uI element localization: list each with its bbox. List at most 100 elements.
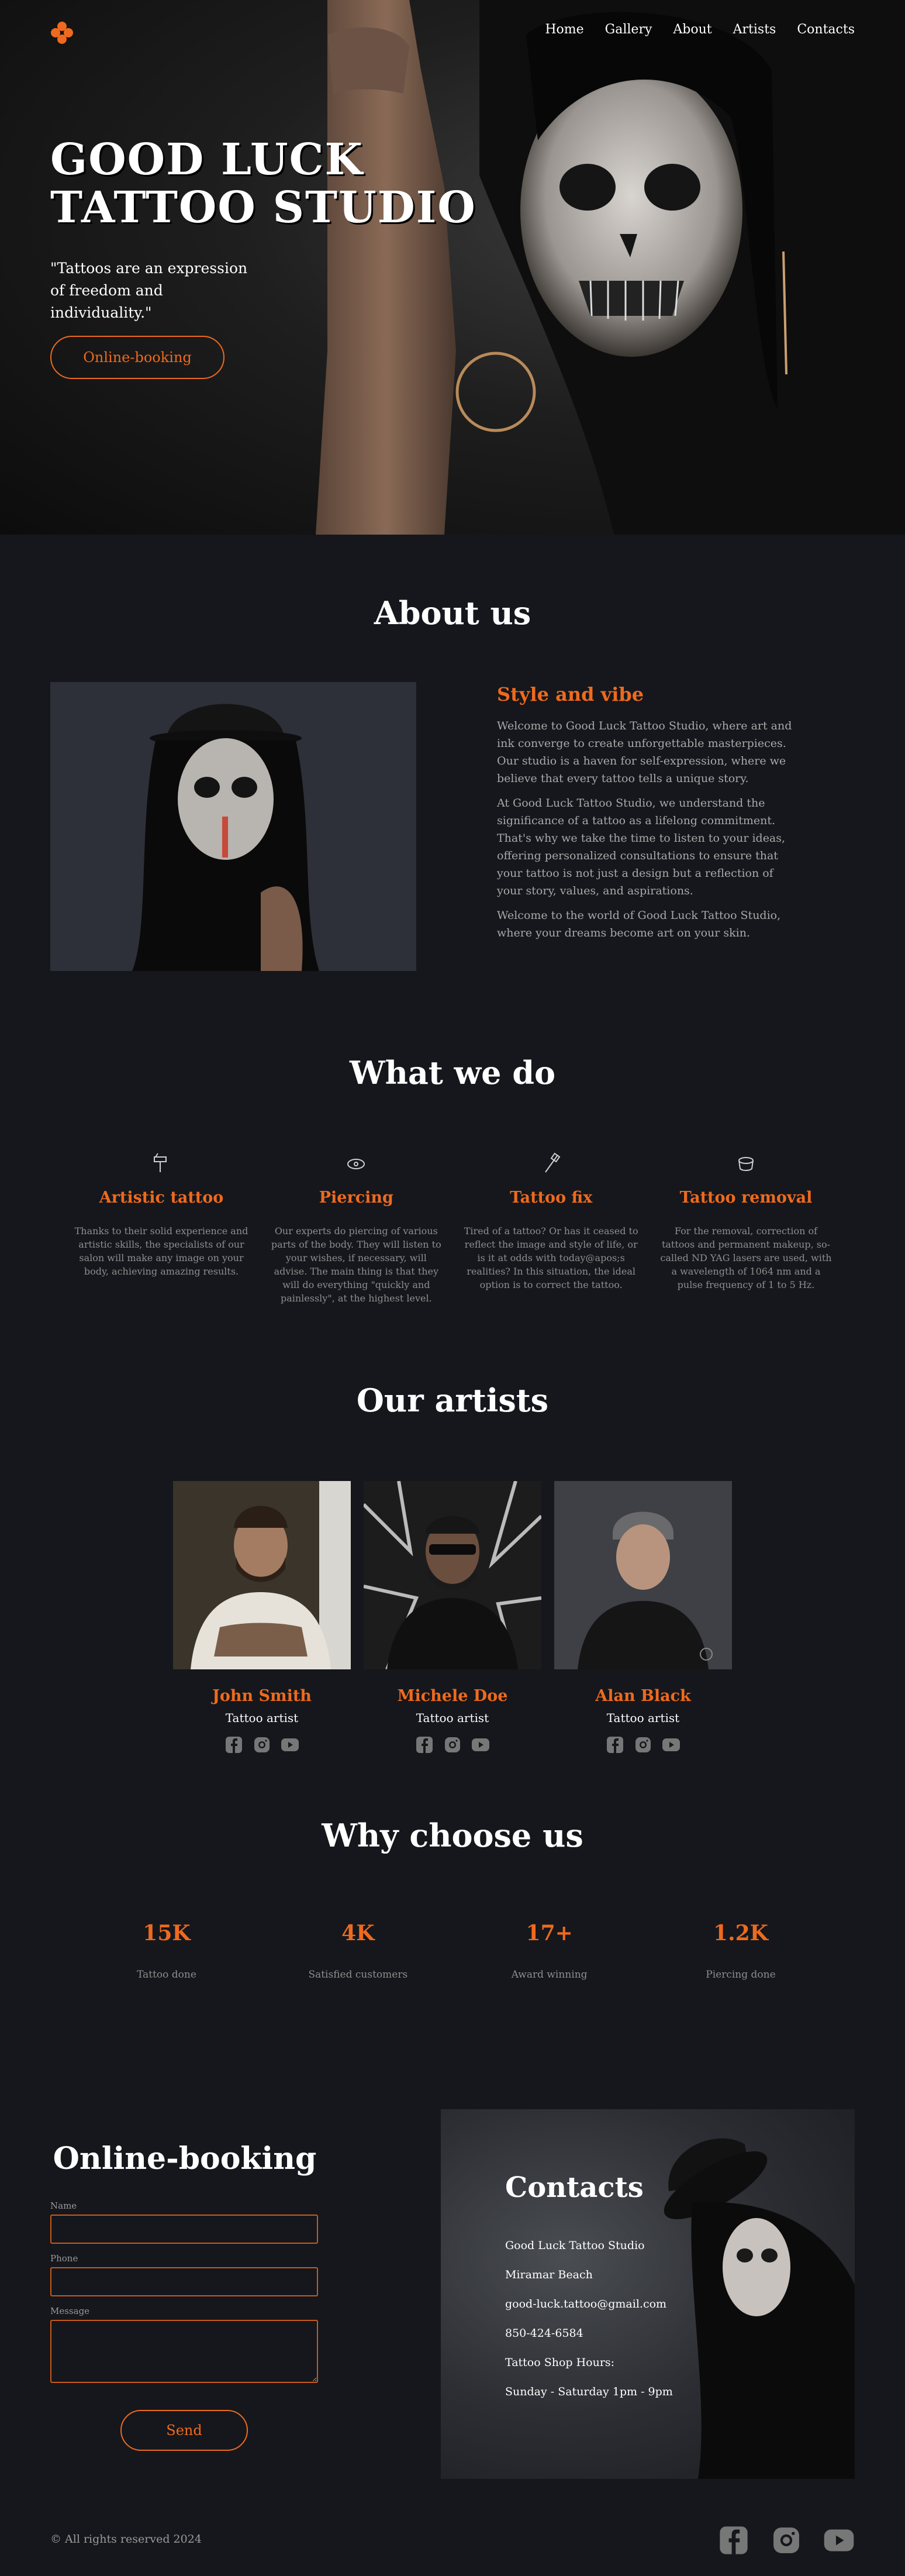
about-title: About us xyxy=(374,594,531,632)
about-paragraph: Welcome to the world of Good Luck Tattoo… xyxy=(497,909,781,939)
hours-value: Sunday - Saturday 1pm - 9pm xyxy=(505,2385,673,2398)
name-field[interactable] xyxy=(50,2215,318,2244)
artists-title: Our artists xyxy=(356,1382,549,1419)
service-name: Tattoo removal xyxy=(679,1189,813,1207)
youtube-icon[interactable] xyxy=(662,1735,681,1754)
about-subtitle: Style and vibe xyxy=(497,683,644,705)
artist-name: Alan Black xyxy=(595,1687,691,1705)
artist-card: Michele Doe Tattoo artist xyxy=(364,1481,541,1754)
youtube-icon[interactable] xyxy=(823,2525,855,2556)
artist-socials xyxy=(364,1735,541,1754)
artist-card: John Smith Tattoo artist xyxy=(173,1481,351,1754)
service-description: Thanks to their solid experience and art… xyxy=(74,1225,248,1277)
stat-item: 1.2K Piercing done xyxy=(668,1921,814,1981)
artist-photo xyxy=(173,1481,351,1669)
artist-socials xyxy=(173,1735,351,1754)
facebook-icon[interactable] xyxy=(718,2525,749,2556)
artist-socials xyxy=(554,1735,732,1754)
nav-gallery[interactable]: Gallery xyxy=(605,22,652,37)
copyright: © All rights reserved 2024 xyxy=(50,2533,202,2546)
about-image xyxy=(50,682,416,971)
instagram-icon[interactable] xyxy=(634,1735,652,1754)
address: Miramar Beach xyxy=(505,2268,593,2281)
facebook-icon[interactable] xyxy=(415,1735,434,1754)
phone-field[interactable] xyxy=(50,2267,318,2296)
why-title: Why choose us xyxy=(322,1817,583,1854)
service-description: Our experts do piercing of various parts… xyxy=(271,1225,441,1304)
stat-label: Piercing done xyxy=(706,1969,776,1981)
contacts-info: Good Luck Tattoo Studio Miramar Beach go… xyxy=(505,2231,673,2406)
stat-item: 4K Satisfied customers xyxy=(285,1921,431,1981)
logo-icon[interactable] xyxy=(50,21,74,44)
nav-about[interactable]: About xyxy=(673,22,711,37)
stat-label: Tattoo done xyxy=(137,1969,196,1981)
nav-home[interactable]: Home xyxy=(545,22,583,37)
stat-item: 15K Tattoo done xyxy=(94,1921,240,1981)
facebook-icon[interactable] xyxy=(606,1735,624,1754)
service-description: For the removal, correction of tattoos a… xyxy=(660,1225,832,1290)
hero-quote: "Tattoos are an expression of freedom an… xyxy=(50,260,248,321)
contacts-card: Contacts Good Luck Tattoo Studio Miramar… xyxy=(441,2109,855,2479)
stat-value: 1.2K xyxy=(713,1921,768,1945)
artist-name: Michele Doe xyxy=(397,1687,508,1705)
stat-value: 4K xyxy=(341,1921,375,1945)
artist-photo xyxy=(364,1481,541,1669)
service-description: Tired of a tattoo? Or has it ceased to r… xyxy=(464,1225,638,1290)
stat-value: 15K xyxy=(143,1921,191,1945)
about-paragraph: Welcome to Good Luck Tattoo Studio, wher… xyxy=(497,719,792,785)
piercing-icon xyxy=(347,1159,365,1169)
instagram-icon[interactable] xyxy=(771,2525,802,2556)
stat-value: 17+ xyxy=(526,1921,573,1945)
studio-name: Good Luck Tattoo Studio xyxy=(505,2239,645,2252)
message-field[interactable] xyxy=(50,2320,318,2383)
stat-label: Award winning xyxy=(511,1969,588,1981)
about-text: Welcome to Good Luck Tattoo Studio, wher… xyxy=(497,717,801,949)
hours-heading: Tattoo Shop Hours: xyxy=(505,2356,615,2369)
nav-contacts[interactable]: Contacts xyxy=(797,22,855,37)
artist-card: Alan Black Tattoo artist xyxy=(554,1481,732,1754)
services-title: What we do xyxy=(349,1054,556,1091)
tattoo-pen-icon xyxy=(544,1152,561,1173)
instagram-icon[interactable] xyxy=(443,1735,462,1754)
main-nav: Home Gallery About Artists Contacts xyxy=(545,22,855,37)
ink-cap-icon xyxy=(738,1157,754,1171)
service-name: Piercing xyxy=(319,1189,393,1207)
artist-role: Tattoo artist xyxy=(416,1711,489,1725)
service-item: Tattoo removal For the removal, correcti… xyxy=(658,1152,834,1305)
service-item: Piercing Our experts do piercing of vari… xyxy=(268,1152,444,1305)
phone-label: Phone xyxy=(50,2253,78,2264)
artist-role: Tattoo artist xyxy=(225,1711,299,1725)
youtube-icon[interactable] xyxy=(281,1735,299,1754)
online-booking-button[interactable]: Online-booking xyxy=(50,336,224,379)
services-list: Artistic tattoo Thanks to their solid ex… xyxy=(74,1152,834,1305)
hero-title-line1: GOOD LUCK xyxy=(50,135,364,185)
name-label: Name xyxy=(50,2200,77,2211)
hero-title-line2: TATTOO STUDIO xyxy=(50,182,476,233)
message-label: Message xyxy=(50,2306,90,2316)
about-paragraph: At Good Luck Tattoo Studio, we understan… xyxy=(497,797,786,897)
service-name: Tattoo fix xyxy=(510,1189,593,1207)
hero-section: Home Gallery About Artists Contacts GOOD… xyxy=(0,0,905,535)
service-item: Artistic tattoo Thanks to their solid ex… xyxy=(74,1152,249,1305)
contacts-title: Contacts xyxy=(505,2171,644,2204)
facebook-icon[interactable] xyxy=(224,1735,243,1754)
artist-name: John Smith xyxy=(212,1687,312,1705)
booking-title: Online-booking xyxy=(53,2141,317,2176)
hero-title: GOOD LUCK TATTOO STUDIO xyxy=(50,136,518,232)
service-name: Artistic tattoo xyxy=(99,1189,224,1207)
tattoo-machine-icon xyxy=(154,1153,167,1172)
artist-photo xyxy=(554,1481,732,1669)
phone-link[interactable]: 850-424-6584 xyxy=(505,2319,673,2348)
stat-label: Satisfied customers xyxy=(308,1969,408,1981)
instagram-icon[interactable] xyxy=(253,1735,271,1754)
email-link[interactable]: good-luck.tattoo@gmail.com xyxy=(505,2289,673,2319)
send-button[interactable]: Send xyxy=(120,2410,248,2451)
service-item: Tattoo fix Tired of a tattoo? Or has it … xyxy=(464,1152,639,1305)
stats-list: 15K Tattoo done 4K Satisfied customers 1… xyxy=(94,1921,814,1981)
artists-list: John Smith Tattoo artist Michele Doe Tat… xyxy=(173,1481,732,1754)
nav-artists[interactable]: Artists xyxy=(733,22,776,37)
youtube-icon[interactable] xyxy=(471,1735,490,1754)
footer-socials xyxy=(718,2525,855,2556)
artist-role: Tattoo artist xyxy=(606,1711,680,1725)
stat-item: 17+ Award winning xyxy=(476,1921,623,1981)
